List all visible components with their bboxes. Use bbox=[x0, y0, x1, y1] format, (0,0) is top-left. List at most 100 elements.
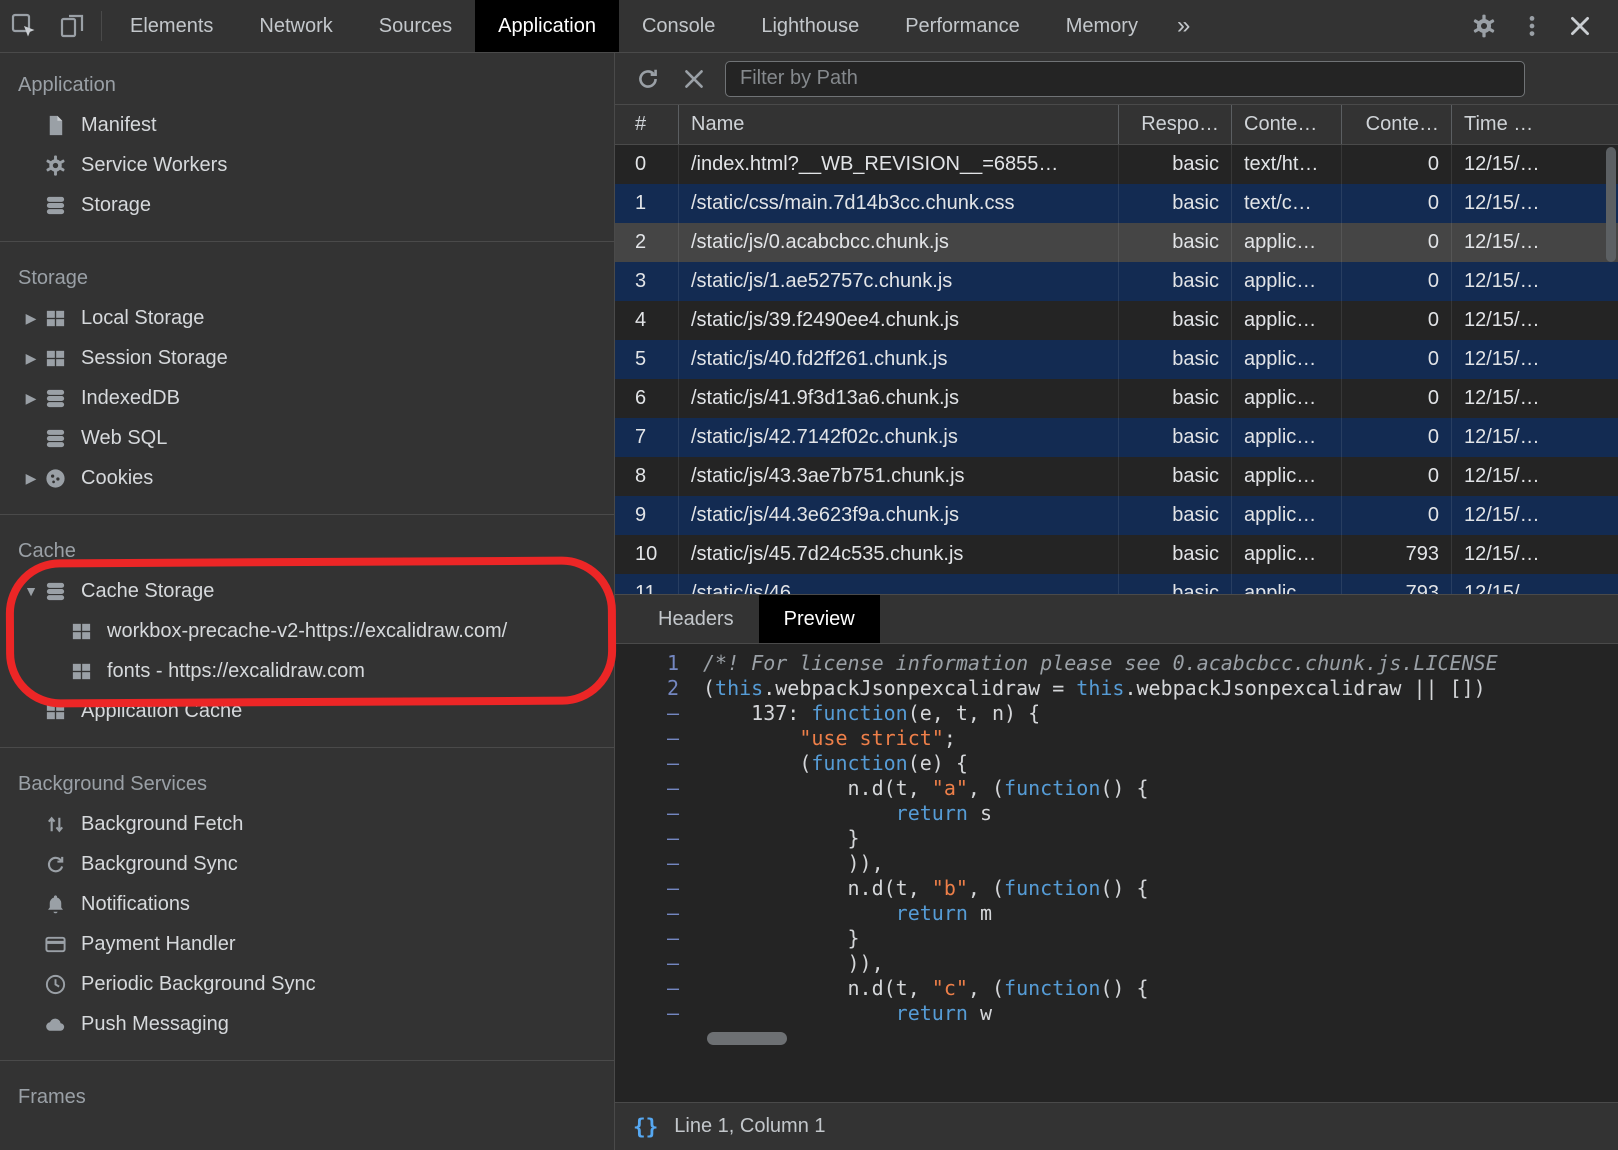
sidebar-item-manifest[interactable]: Manifest bbox=[0, 105, 614, 145]
sidebar-item-workbox-precache-v2-https-excalidraw-com[interactable]: workbox-precache-v2-https://excalidraw.c… bbox=[0, 611, 614, 651]
filter-by-path-input[interactable] bbox=[725, 61, 1525, 97]
tab-lighthouse[interactable]: Lighthouse bbox=[738, 0, 882, 52]
menu-button[interactable] bbox=[1508, 0, 1556, 52]
code-token: "use strict" bbox=[799, 726, 944, 750]
cell-num: 6 bbox=[615, 379, 679, 418]
table-row[interactable]: 6/static/js/41.9f3d13a6.chunk.jsbasicapp… bbox=[615, 379, 1618, 418]
code-token: this bbox=[1076, 676, 1124, 700]
table-row[interactable]: 0/index.html?__WB_REVISION__=6855…basict… bbox=[615, 145, 1618, 184]
pretty-print-icon[interactable]: {} bbox=[633, 1115, 658, 1139]
sidebar-item-notifications[interactable]: Notifications bbox=[0, 884, 614, 924]
column-header-2[interactable]: Respo… bbox=[1119, 105, 1232, 144]
tree-arrow-icon[interactable]: ▶ bbox=[18, 350, 44, 367]
tree-arrow-icon[interactable]: ▶ bbox=[18, 310, 44, 327]
section-title-cache: Cache bbox=[0, 531, 614, 571]
tab-preview[interactable]: Preview bbox=[759, 595, 880, 643]
column-header-5[interactable]: Time … bbox=[1452, 105, 1618, 144]
sidebar-item-indexeddb[interactable]: ▶IndexedDB bbox=[0, 378, 614, 418]
gear-icon bbox=[1471, 13, 1497, 39]
table-row[interactable]: 3/static/js/1.ae52757c.chunk.jsbasicappl… bbox=[615, 262, 1618, 301]
scrollbar-thumb[interactable] bbox=[1606, 147, 1616, 262]
refresh-button[interactable] bbox=[625, 56, 671, 102]
inspect-button[interactable] bbox=[0, 0, 48, 52]
sidebar-item-background-sync[interactable]: Background Sync bbox=[0, 844, 614, 884]
code-token: , ( bbox=[968, 776, 1004, 800]
sidebar-item-payment-handler[interactable]: Payment Handler bbox=[0, 924, 614, 964]
clock-icon bbox=[44, 973, 67, 996]
more-tabs-button[interactable]: » bbox=[1161, 0, 1206, 52]
tree-arrow-icon[interactable]: ▶ bbox=[18, 470, 44, 487]
sidebar-item-cache-storage[interactable]: ▼Cache Storage bbox=[0, 571, 614, 611]
code-horizontal-scrollbar[interactable] bbox=[707, 1032, 787, 1045]
table-row[interactable]: 4/static/js/39.f2490ee4.chunk.jsbasicapp… bbox=[615, 301, 1618, 340]
column-header-4[interactable]: Conte… bbox=[1342, 105, 1452, 144]
sidebar-item-local-storage[interactable]: ▶Local Storage bbox=[0, 298, 614, 338]
sidebar-item-push-messaging[interactable]: Push Messaging bbox=[0, 1004, 614, 1044]
settings-button[interactable] bbox=[1460, 0, 1508, 52]
payment-icon bbox=[44, 933, 67, 956]
code-text: } bbox=[703, 826, 1618, 851]
table-row[interactable]: 2/static/js/0.acabcbcc.chunk.jsbasicappl… bbox=[615, 223, 1618, 262]
sidebar-item-fonts-https-excalidraw-com[interactable]: fonts - https://excalidraw.com bbox=[0, 651, 614, 691]
table-row[interactable]: 7/static/js/42.7142f02c.chunk.jsbasicapp… bbox=[615, 418, 1618, 457]
toolbar-right-buttons bbox=[1460, 0, 1618, 52]
sidebar-item-web-sql[interactable]: Web SQL bbox=[0, 418, 614, 458]
cell-content_length: 0 bbox=[1342, 223, 1452, 262]
tab-console[interactable]: Console bbox=[619, 0, 738, 52]
column-header-3[interactable]: Conte… bbox=[1232, 105, 1342, 144]
sidebar-item-application-cache[interactable]: Application Cache bbox=[0, 691, 614, 731]
table-row[interactable]: 1/static/css/main.7d14b3cc.chunk.cssbasi… bbox=[615, 184, 1618, 223]
tab-network[interactable]: Network bbox=[236, 0, 355, 52]
grid-vertical-scrollbar[interactable] bbox=[1606, 147, 1616, 592]
tab-performance[interactable]: Performance bbox=[882, 0, 1043, 52]
table-row[interactable]: 10/static/js/45.7d24c535.chunk.jsbasicap… bbox=[615, 535, 1618, 574]
table-row[interactable]: 11/static/js/46…basicapplic…79312/15/… bbox=[615, 574, 1618, 594]
code-line: – )), bbox=[615, 851, 1618, 876]
close-button[interactable] bbox=[1556, 0, 1604, 52]
tab-application[interactable]: Application bbox=[475, 0, 619, 52]
cell-name: /static/js/0.acabcbcc.chunk.js bbox=[679, 223, 1119, 262]
tree-arrow-icon[interactable]: ▶ bbox=[18, 390, 44, 407]
cell-response_type: basic bbox=[1119, 301, 1232, 340]
sidebar-item-service-workers[interactable]: Service Workers bbox=[0, 145, 614, 185]
cell-content_length: 0 bbox=[1342, 340, 1452, 379]
code-token: 137: bbox=[703, 701, 811, 725]
cell-name: /static/js/1.ae52757c.chunk.js bbox=[679, 262, 1119, 301]
sidebar-item-background-fetch[interactable]: Background Fetch bbox=[0, 804, 614, 844]
tab-elements[interactable]: Elements bbox=[107, 0, 236, 52]
sidebar-item-storage[interactable]: Storage bbox=[0, 185, 614, 225]
cell-response_type: basic bbox=[1119, 418, 1232, 457]
tree-arrow-icon[interactable]: ▼ bbox=[18, 583, 44, 599]
code-text: (this.webpackJsonpexcalidraw = this.webp… bbox=[703, 676, 1618, 701]
column-header-0[interactable]: # bbox=[615, 105, 679, 144]
cell-name: /static/js/43.3ae7b751.chunk.js bbox=[679, 457, 1119, 496]
code-text: return w bbox=[703, 1001, 1618, 1026]
more-tabs-chevron-icon: » bbox=[1177, 12, 1190, 40]
device-toolbar-button[interactable] bbox=[48, 0, 96, 52]
sidebar-item-session-storage[interactable]: ▶Session Storage bbox=[0, 338, 614, 378]
tab-sources[interactable]: Sources bbox=[356, 0, 475, 52]
sidebar-item-label: Service Workers bbox=[81, 154, 227, 177]
delete-selected-button[interactable] bbox=[671, 56, 717, 102]
cell-name: /static/js/41.9f3d13a6.chunk.js bbox=[679, 379, 1119, 418]
code-token: } bbox=[703, 926, 860, 950]
cell-content_type: applic… bbox=[1232, 418, 1342, 457]
column-header-1[interactable]: Name bbox=[679, 105, 1119, 144]
table-row[interactable]: 9/static/js/44.3e623f9a.chunk.jsbasicapp… bbox=[615, 496, 1618, 535]
tab-memory[interactable]: Memory bbox=[1043, 0, 1161, 52]
cell-time: 12/15/… bbox=[1452, 223, 1618, 262]
code-line: – return w bbox=[615, 1001, 1618, 1026]
sidebar-item-label: Storage bbox=[81, 194, 151, 217]
status-bar: {} Line 1, Column 1 bbox=[615, 1102, 1618, 1150]
table-icon bbox=[70, 660, 93, 683]
cell-num: 2 bbox=[615, 223, 679, 262]
tab-headers[interactable]: Headers bbox=[633, 595, 759, 643]
section-divider bbox=[0, 1060, 614, 1061]
code-line: – 137: function(e, t, n) { bbox=[615, 701, 1618, 726]
sidebar-item-periodic-background-sync[interactable]: Periodic Background Sync bbox=[0, 964, 614, 1004]
table-row[interactable]: 5/static/js/40.fd2ff261.chunk.jsbasicapp… bbox=[615, 340, 1618, 379]
sidebar-item-label: Push Messaging bbox=[81, 1013, 229, 1036]
database-icon bbox=[44, 387, 67, 410]
sidebar-item-cookies[interactable]: ▶Cookies bbox=[0, 458, 614, 498]
table-row[interactable]: 8/static/js/43.3ae7b751.chunk.jsbasicapp… bbox=[615, 457, 1618, 496]
